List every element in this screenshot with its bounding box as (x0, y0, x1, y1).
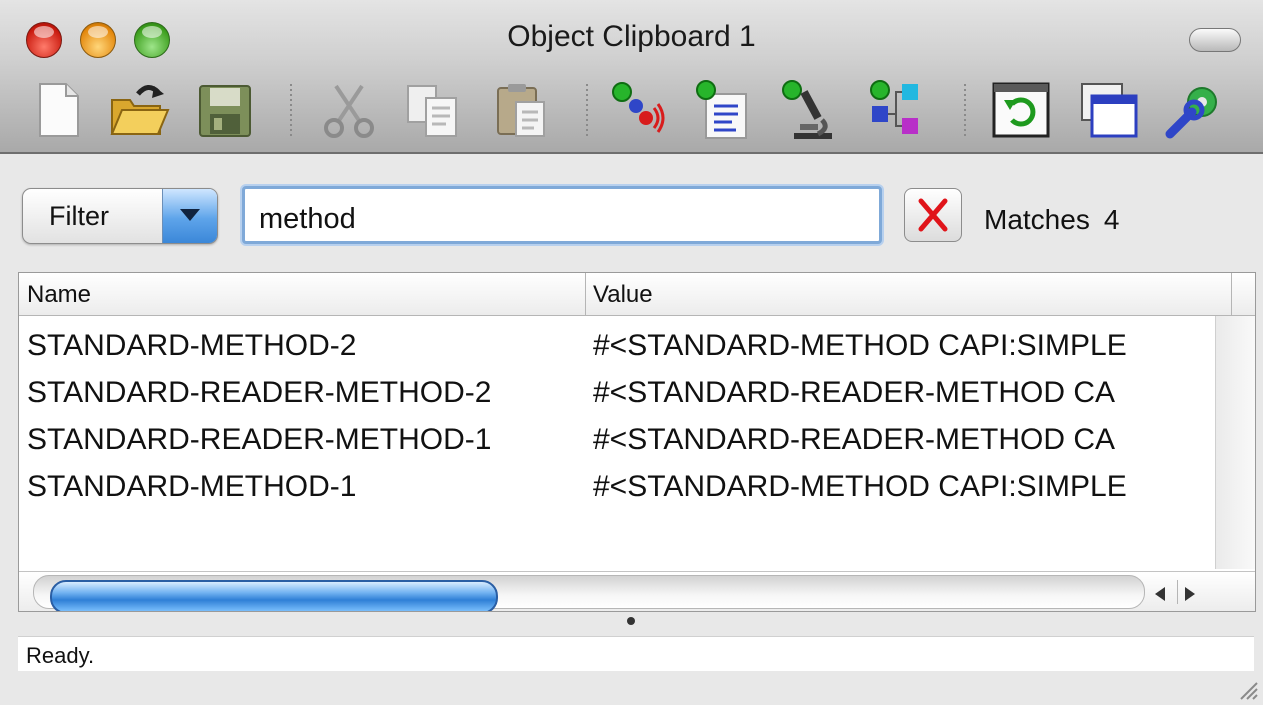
object-describe-icon (696, 80, 747, 139)
row-value: #<STANDARD-READER-METHOD CA (593, 376, 1115, 409)
object-listen-icon (612, 82, 665, 133)
preferences-button[interactable] (1162, 78, 1224, 142)
window-title: Object Clipboard 1 (507, 20, 756, 53)
object-clipboard-window: Object Clipboard 1 Filter method Matches… (0, 0, 1263, 705)
clear-filter-button[interactable] (904, 188, 962, 242)
scroll-track[interactable] (33, 575, 1145, 611)
status-text: Ready. (26, 643, 95, 668)
title-bar[interactable]: Object Clipboard 1 (0, 0, 1263, 154)
row-name: STANDARD-METHOD-1 (27, 470, 357, 503)
filter-dropdown[interactable]: Filter (22, 188, 218, 244)
table-row[interactable]: STANDARD-METHOD-1 #<STANDARD-METHOD CAPI… (19, 464, 1231, 511)
row-value: #<STANDARD-READER-METHOD CA (593, 423, 1115, 456)
filter-label: Filter (49, 201, 109, 231)
scissors-icon (324, 84, 374, 138)
inspect-button[interactable] (778, 78, 840, 142)
table-row[interactable]: STANDARD-READER-METHOD-1 #<STANDARD-READ… (19, 417, 1231, 464)
open-folder-icon (110, 85, 170, 135)
refresh-window-icon (992, 82, 1050, 138)
toolbar-separator (964, 84, 966, 138)
table-body: STANDARD-METHOD-2 #<STANDARD-METHOD CAPI… (19, 323, 1231, 511)
resize-grip-icon[interactable] (1235, 677, 1259, 701)
scroll-left-arrow-icon[interactable] (1155, 587, 1165, 601)
refresh-button[interactable] (990, 78, 1052, 142)
filter-input[interactable]: method (242, 186, 882, 244)
scroll-arrows (1149, 578, 1209, 606)
table-header: Name Value (19, 273, 1255, 316)
table-row[interactable]: STANDARD-READER-METHOD-2 #<STANDARD-READ… (19, 370, 1231, 417)
floppy-disk-icon (199, 85, 251, 137)
new-button[interactable] (28, 78, 90, 142)
results-table: Name Value STANDARD-METHOD-2 #<STANDARD-… (18, 272, 1256, 612)
matches-label: Matches (984, 204, 1090, 235)
copy-button[interactable] (402, 78, 464, 142)
clone-window-button[interactable] (1078, 78, 1140, 142)
listen-button[interactable] (606, 78, 668, 142)
row-name: STANDARD-METHOD-2 (27, 329, 357, 362)
toolbar-toggle-button[interactable] (1189, 28, 1241, 52)
row-value: #<STANDARD-METHOD CAPI:SIMPLE (593, 329, 1127, 362)
scroll-arrow-divider (1177, 580, 1178, 604)
status-bar: Ready. (18, 636, 1254, 671)
scroll-thumb[interactable] (50, 580, 498, 611)
row-name: STANDARD-READER-METHOD-2 (27, 376, 492, 409)
wrench-gear-icon (1165, 87, 1217, 139)
microscope-icon (782, 80, 832, 139)
pane-splitter-handle[interactable] (627, 617, 635, 625)
column-header-value[interactable]: Value (593, 281, 653, 309)
cut-button[interactable] (318, 78, 380, 142)
chevron-down-icon[interactable] (162, 189, 217, 243)
column-divider[interactable] (585, 273, 586, 315)
new-document-icon (39, 83, 79, 137)
column-header-name[interactable]: Name (27, 281, 91, 309)
row-value: #<STANDARD-METHOD CAPI:SIMPLE (593, 470, 1127, 503)
clone-window-icon (1081, 83, 1138, 138)
row-name: STANDARD-READER-METHOD-1 (27, 423, 492, 456)
object-graph-icon (870, 80, 918, 134)
save-button[interactable] (194, 78, 256, 142)
paste-button[interactable] (490, 78, 552, 142)
column-divider (1231, 273, 1232, 315)
horizontal-scrollbar[interactable] (19, 571, 1255, 611)
toolbar-separator (586, 84, 588, 138)
close-icon (918, 198, 948, 232)
browse-button[interactable] (866, 78, 928, 142)
vertical-scrollbar[interactable] (1215, 316, 1255, 569)
toolbar-separator (290, 84, 292, 138)
matches-count: 4 (1103, 204, 1120, 235)
copy-icon (407, 85, 457, 137)
table-row[interactable]: STANDARD-METHOD-2 #<STANDARD-METHOD CAPI… (19, 323, 1231, 370)
describe-button[interactable] (692, 78, 754, 142)
scroll-right-arrow-icon[interactable] (1185, 587, 1195, 601)
matches-indicator: Matches 4 (984, 204, 1119, 236)
clipboard-paste-icon (497, 84, 545, 137)
open-button[interactable] (108, 78, 170, 142)
